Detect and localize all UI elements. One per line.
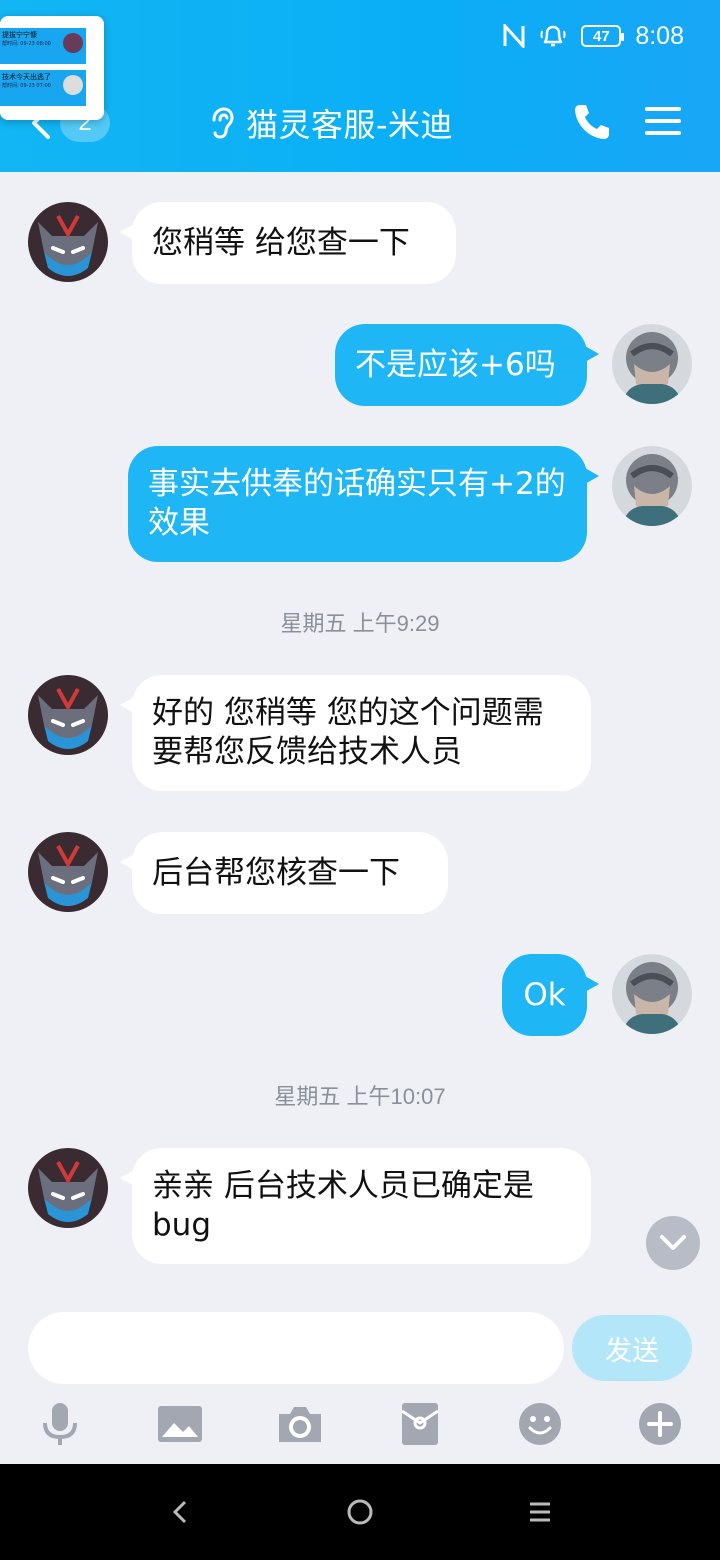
outgoing-message[interactable]: Ok [502, 954, 599, 1036]
agent-avatar[interactable] [28, 202, 108, 282]
user-avatar[interactable] [612, 954, 692, 1034]
call-button[interactable] [572, 102, 612, 142]
chevron-down-icon [660, 1235, 686, 1250]
hamburger-icon [645, 107, 681, 135]
floating-item-title: 技术今天出逃了 [2, 73, 51, 81]
plus-icon [639, 1403, 681, 1445]
incoming-message[interactable]: 您稍等 给您查一下 [120, 202, 456, 284]
floating-item-subtitle: 帮时间: 09-23 08:00 [2, 41, 51, 47]
outgoing-message[interactable]: 事实去供奉的话确实只有+2的效果 [128, 446, 599, 562]
floating-item-title: 提拔宁宁慷 [2, 31, 37, 39]
image-icon [158, 1406, 202, 1442]
battery-level: 47 [592, 27, 610, 45]
incoming-message[interactable]: 好的 您稍等 您的这个问题需要帮您反馈给技术人员 [120, 675, 591, 791]
agent-avatar[interactable] [28, 675, 108, 755]
send-button[interactable]: 发送 [572, 1315, 692, 1381]
status-bar: 47 8:08 [503, 20, 684, 52]
user-avatar[interactable] [612, 324, 692, 404]
ear-icon [212, 107, 234, 139]
incoming-message[interactable]: 亲亲 后台技术人员已确定是bug [120, 1148, 591, 1264]
avatar [63, 75, 83, 95]
camera-button[interactable] [276, 1400, 324, 1448]
more-button[interactable] [636, 1400, 684, 1448]
avatar [63, 33, 83, 53]
nav-back-button[interactable] [160, 1492, 200, 1532]
microphone-icon [43, 1403, 77, 1445]
nav-recents-button[interactable] [520, 1492, 560, 1532]
message-timestamp: 星期五 上午9:29 [280, 611, 440, 636]
incoming-message[interactable]: 后台帮您核查一下 [120, 832, 448, 914]
chat-messages[interactable]: 您稍等 给您查一下 不是应该+6吗 事实去供奉的话确实只有+2的效果 星期五 上… [0, 172, 720, 1300]
red-packet-button[interactable] [396, 1400, 444, 1448]
outgoing-message[interactable]: 不是应该+6吗 [335, 324, 599, 406]
menu-button[interactable] [644, 104, 682, 138]
chat-header: 47 8:08 2 猫灵客服-米迪 [0, 0, 720, 172]
floating-mini-window[interactable]: 提拔宁宁慷 帮时间: 09-23 08:00 技术今天出逃了 帮时间: 09-2… [0, 16, 104, 120]
status-time: 8:08 [635, 21, 684, 50]
phone-icon [575, 105, 609, 139]
floating-window-item[interactable]: 提拔宁宁慷 帮时间: 09-23 08:00 [0, 28, 86, 64]
emoji-button[interactable] [516, 1400, 564, 1448]
system-nav-bar [0, 1464, 720, 1560]
message-input[interactable] [28, 1312, 564, 1384]
input-toolbar [0, 1392, 720, 1464]
nav-home-button[interactable] [340, 1492, 380, 1532]
scroll-to-bottom-button[interactable] [646, 1216, 700, 1270]
nav-menu-icon [530, 1502, 550, 1522]
user-avatar[interactable] [612, 446, 692, 526]
floating-window-item[interactable]: 技术今天出逃了 帮时间: 09-23 07:00 [0, 70, 86, 106]
chat-title: 猫灵客服-米迪 [246, 106, 454, 144]
red-packet-icon [401, 1403, 439, 1445]
agent-avatar[interactable] [28, 832, 108, 912]
nav-home-icon [347, 1499, 373, 1525]
emoji-icon [519, 1403, 561, 1445]
battery-indicator: 47 [581, 25, 625, 47]
nfc-icon [503, 24, 525, 48]
voice-button[interactable] [36, 1400, 84, 1448]
message-timestamp: 星期五 上午10:07 [274, 1084, 446, 1109]
title-group[interactable]: 猫灵客服-米迪 [208, 100, 453, 146]
floating-item-subtitle: 帮时间: 09-23 07:00 [2, 83, 51, 89]
image-button[interactable] [156, 1400, 204, 1448]
bell-icon [540, 25, 566, 47]
camera-icon [279, 1407, 321, 1442]
agent-avatar[interactable] [28, 1148, 108, 1228]
nav-back-icon [172, 1500, 187, 1524]
